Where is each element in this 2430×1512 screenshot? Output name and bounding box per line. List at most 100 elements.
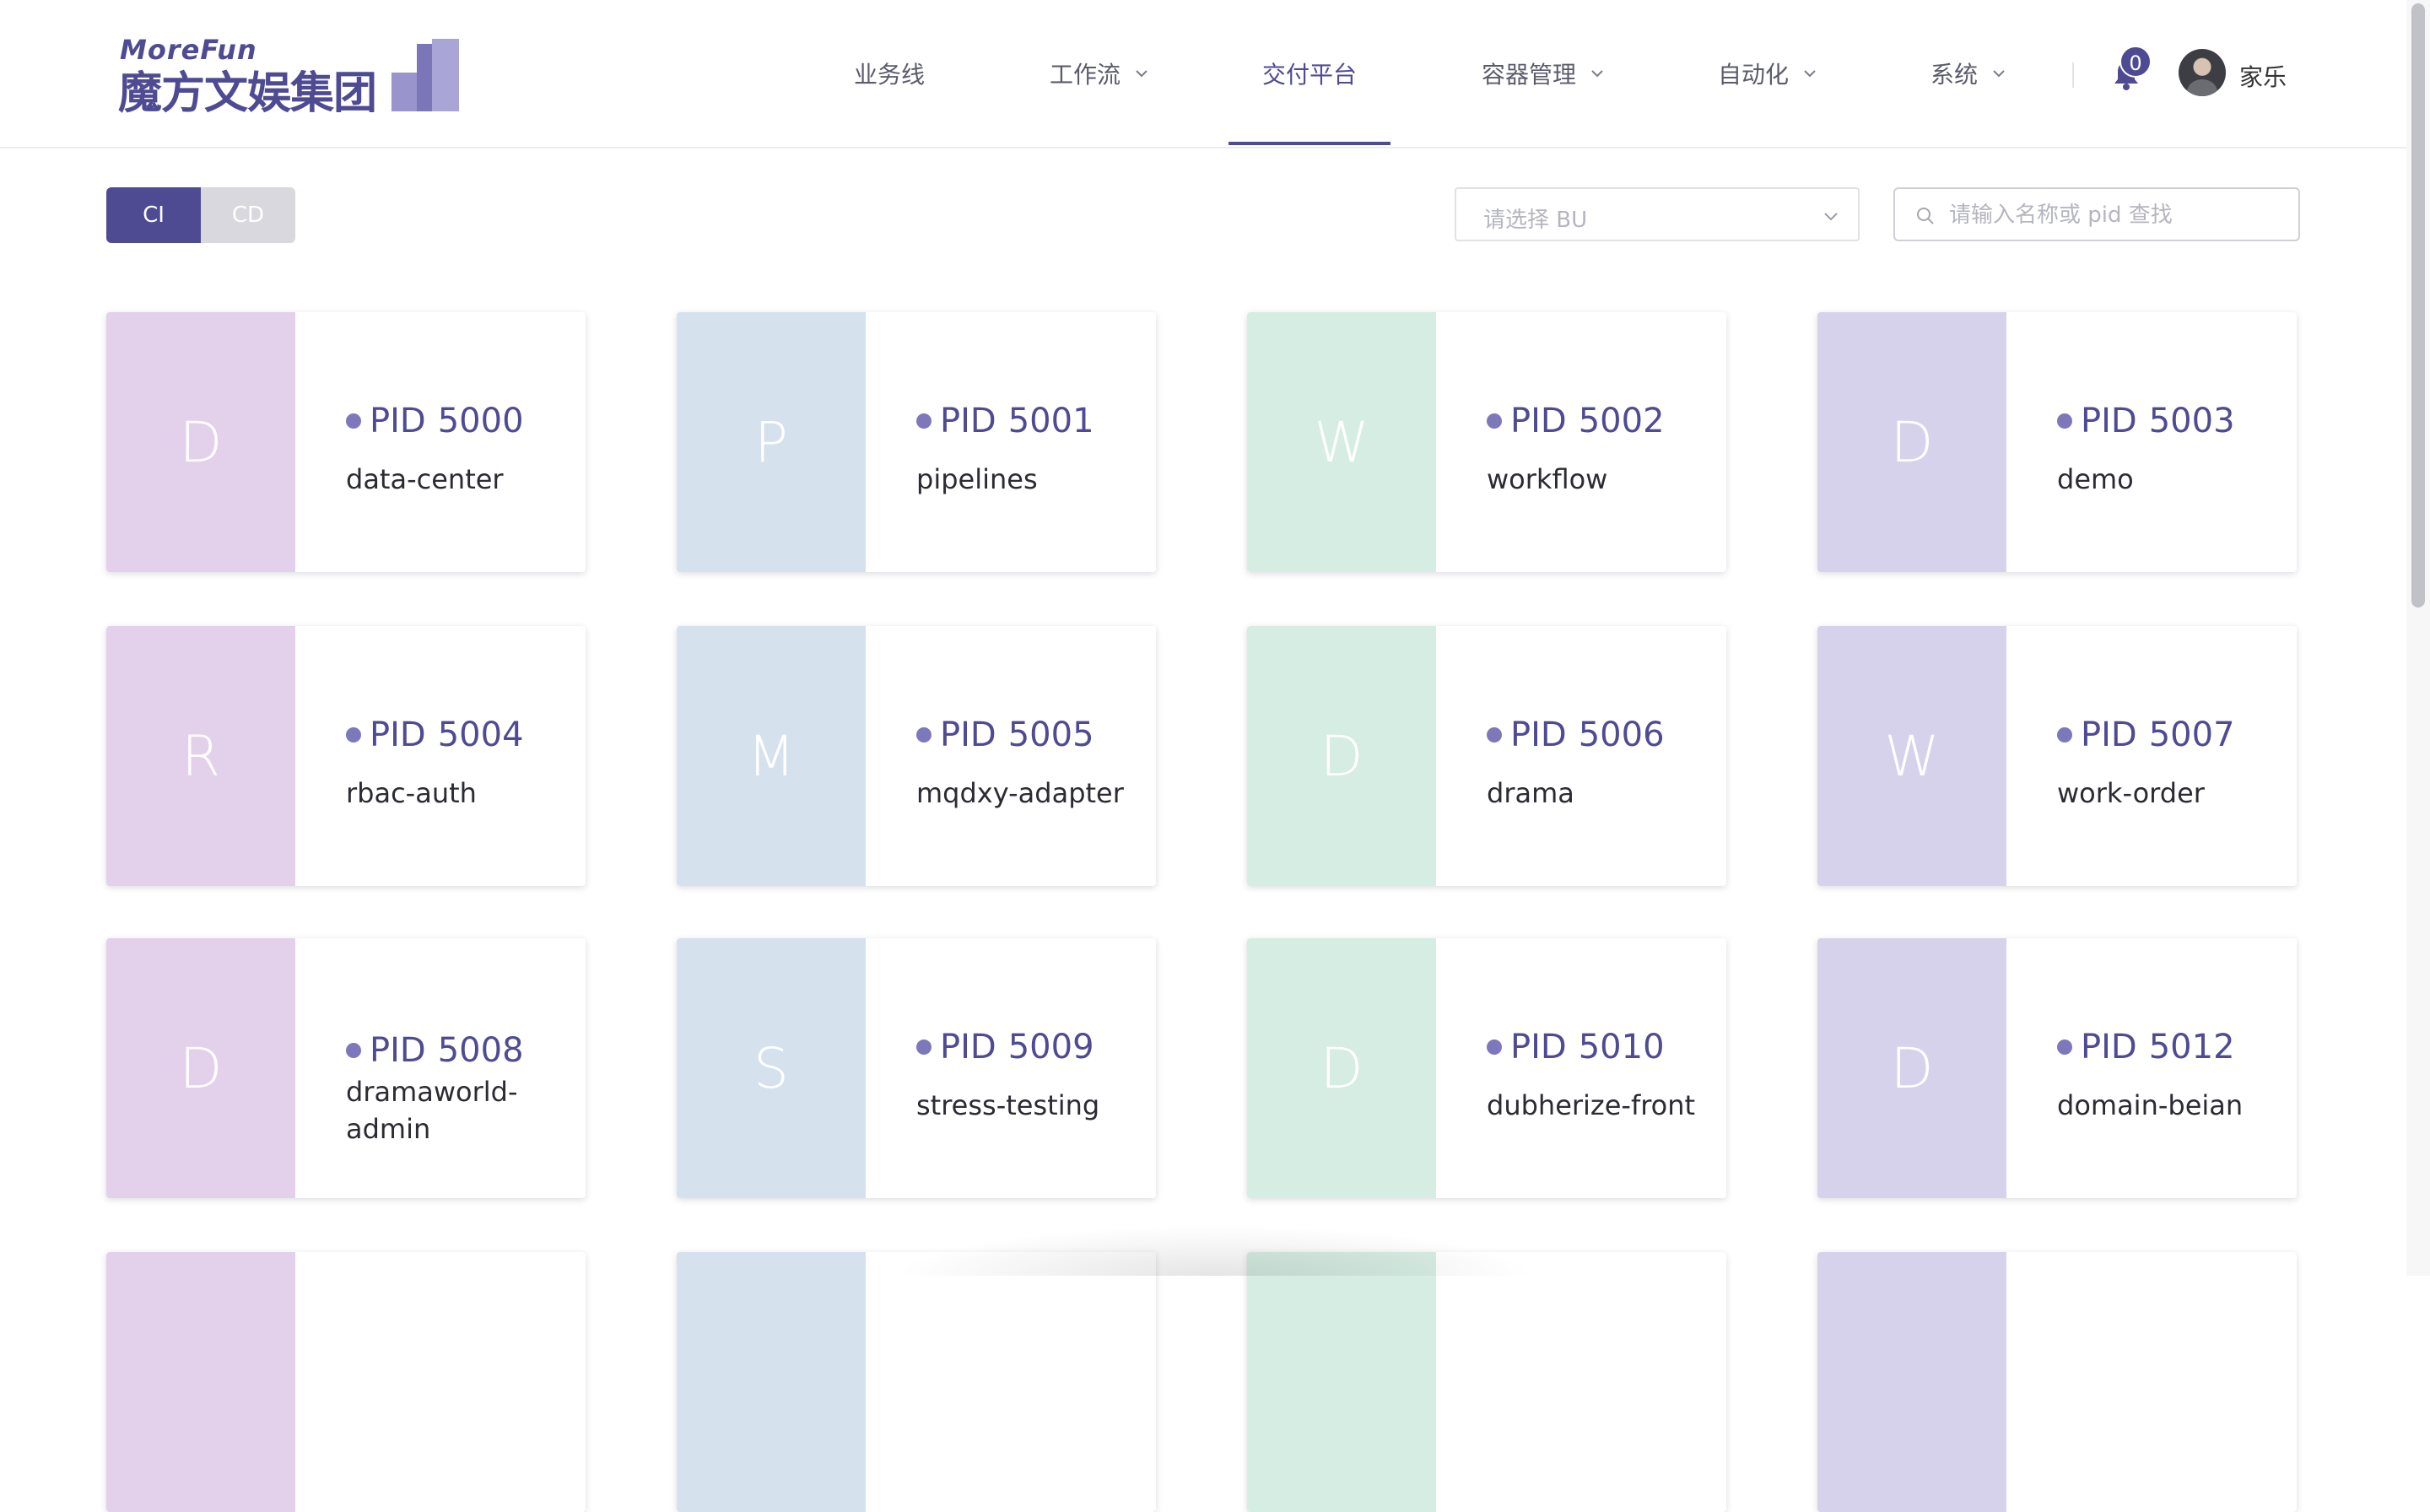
project-card[interactable]: D PID 5012 domain-beian xyxy=(1817,938,2297,1198)
project-name: workflow xyxy=(1487,463,1608,495)
project-name: dubherize-front xyxy=(1487,1089,1696,1121)
project-card[interactable]: W PID 5007 work-order xyxy=(1817,626,2297,886)
project-initial-tile: D xyxy=(1817,312,2006,572)
project-name: work-order xyxy=(2057,777,2205,809)
nav-item-container-management[interactable]: 容器管理 xyxy=(1482,0,1605,147)
project-card[interactable]: D PID 5008 dramaworld-admin xyxy=(106,938,586,1198)
pid-number: 5010 xyxy=(1578,1028,1665,1066)
pid-prefix: PID xyxy=(2081,1028,2137,1066)
tab-cd[interactable]: CD xyxy=(201,187,295,243)
project-card[interactable] xyxy=(106,1252,586,1512)
chevron-down-icon xyxy=(1591,70,1603,78)
logo-chinese-text: 魔方文娱集团 xyxy=(118,68,377,119)
project-card[interactable]: D PID 5003 demo xyxy=(1817,312,2297,572)
project-card[interactable]: M PID 5005 mqdxy-adapter xyxy=(677,626,1156,886)
pid-prefix: PID xyxy=(2081,402,2137,440)
pid-number: 5005 xyxy=(1007,716,1094,754)
pid-number: 5004 xyxy=(437,716,524,754)
ci-cd-toggle: CI CD xyxy=(106,187,295,243)
project-initial-tile: W xyxy=(1247,312,1436,572)
pid-prefix: PID xyxy=(940,402,996,440)
status-dot-icon xyxy=(1487,1040,1502,1055)
pid-prefix: PID xyxy=(370,716,426,754)
username[interactable]: 家乐 xyxy=(2239,59,2287,93)
pid-number: 5012 xyxy=(2148,1028,2235,1066)
pid-prefix: PID xyxy=(370,402,426,440)
project-initial-tile xyxy=(677,1252,866,1512)
project-card[interactable] xyxy=(1247,1252,1726,1512)
project-name: demo xyxy=(2057,463,2134,495)
pid-number: 5006 xyxy=(1578,716,1665,754)
pid-number: 5009 xyxy=(1007,1028,1094,1066)
project-card[interactable] xyxy=(677,1252,1156,1512)
status-dot-icon xyxy=(2057,1040,2072,1055)
pid-number: 5000 xyxy=(437,402,524,440)
project-card[interactable]: D PID 5000 data-center xyxy=(106,312,586,572)
pid-number: 5008 xyxy=(437,1031,524,1070)
project-card[interactable]: S PID 5009 stress-testing xyxy=(677,938,1156,1198)
status-dot-icon xyxy=(346,413,361,429)
loading-shadow xyxy=(894,1225,1536,1276)
project-name: pipelines xyxy=(916,463,1038,495)
nav-item-label: 工作流 xyxy=(1050,61,1121,89)
project-name: drama xyxy=(1487,777,1574,809)
pid-prefix: PID xyxy=(1510,1028,1567,1066)
project-initial-tile: P xyxy=(677,312,866,572)
status-dot-icon xyxy=(2057,413,2072,429)
nav-item-automation[interactable]: 自动化 xyxy=(1718,0,1817,147)
nav-item-label: 系统 xyxy=(1930,61,1979,89)
nav-item-business-line[interactable]: 业务线 xyxy=(854,0,925,147)
project-initial-tile: R xyxy=(106,626,295,886)
project-card[interactable]: D PID 5006 drama xyxy=(1247,626,1726,886)
project-name: stress-testing xyxy=(916,1089,1100,1121)
project-name: mqdxy-adapter xyxy=(916,777,1124,809)
project-name: dramaworld-admin xyxy=(346,1076,518,1145)
search-icon xyxy=(1917,208,1934,224)
project-pid: PID 5005 xyxy=(916,716,1094,754)
company-logo[interactable]: MoreFun 魔方文娱集团 xyxy=(118,34,472,119)
nav-item-label: 业务线 xyxy=(854,61,926,89)
nav-item-workflow[interactable]: 工作流 xyxy=(1050,0,1149,147)
project-pid: PID 5004 xyxy=(346,716,524,754)
pid-number: 5001 xyxy=(1007,402,1094,440)
pid-number: 5003 xyxy=(2148,402,2235,440)
project-pid: PID 5002 xyxy=(1487,402,1665,440)
project-initial-tile xyxy=(1247,1252,1436,1512)
status-dot-icon xyxy=(2057,727,2072,742)
project-card[interactable]: W PID 5002 workflow xyxy=(1247,312,1726,572)
search-box xyxy=(1893,187,2300,241)
pid-prefix: PID xyxy=(940,716,996,754)
pid-number: 5002 xyxy=(1578,402,1665,440)
project-name: data-center xyxy=(346,463,504,495)
project-initial-tile: W xyxy=(1817,626,2006,886)
project-card[interactable] xyxy=(1817,1252,2297,1512)
bu-select-placeholder: 请选择 BU xyxy=(1483,208,1588,233)
nav-item-delivery-platform[interactable]: 交付平台 xyxy=(1262,0,1357,147)
chevron-down-icon xyxy=(1136,70,1148,78)
chevron-down-icon xyxy=(1993,70,2005,78)
project-initial-tile xyxy=(1817,1252,2006,1512)
project-name: rbac-auth xyxy=(346,777,477,809)
scrollbar-thumb[interactable] xyxy=(2411,3,2425,608)
notification-count-badge: 0 xyxy=(2120,46,2152,78)
project-initial-tile: D xyxy=(106,938,295,1198)
project-card[interactable]: D PID 5010 dubherize-front xyxy=(1247,938,1726,1198)
tab-ci[interactable]: CI xyxy=(106,187,201,243)
project-card[interactable]: P PID 5001 pipelines xyxy=(677,312,1156,572)
status-dot-icon xyxy=(916,727,932,742)
bu-select[interactable]: 请选择 BU xyxy=(1455,187,1860,241)
nav-item-label: 自动化 xyxy=(1718,61,1790,89)
project-pid: PID 5007 xyxy=(2057,716,2235,754)
project-pid: PID 5000 xyxy=(346,402,524,440)
project-initial-tile: S xyxy=(677,938,866,1198)
pid-prefix: PID xyxy=(1510,716,1567,754)
project-card[interactable]: R PID 5004 rbac-auth xyxy=(106,626,586,886)
project-pid: PID 5001 xyxy=(916,402,1094,440)
project-initial-tile: M xyxy=(677,626,866,886)
nav-item-system[interactable]: 系统 xyxy=(1930,0,2006,147)
pid-prefix: PID xyxy=(370,1031,426,1070)
avatar[interactable] xyxy=(2179,49,2226,96)
top-header: MoreFun 魔方文娱集团 业务线 工作流 交付平台 容器管理 自动化 系统 xyxy=(0,0,2406,148)
search-input[interactable] xyxy=(1947,197,2288,233)
header-divider xyxy=(2072,62,2074,88)
